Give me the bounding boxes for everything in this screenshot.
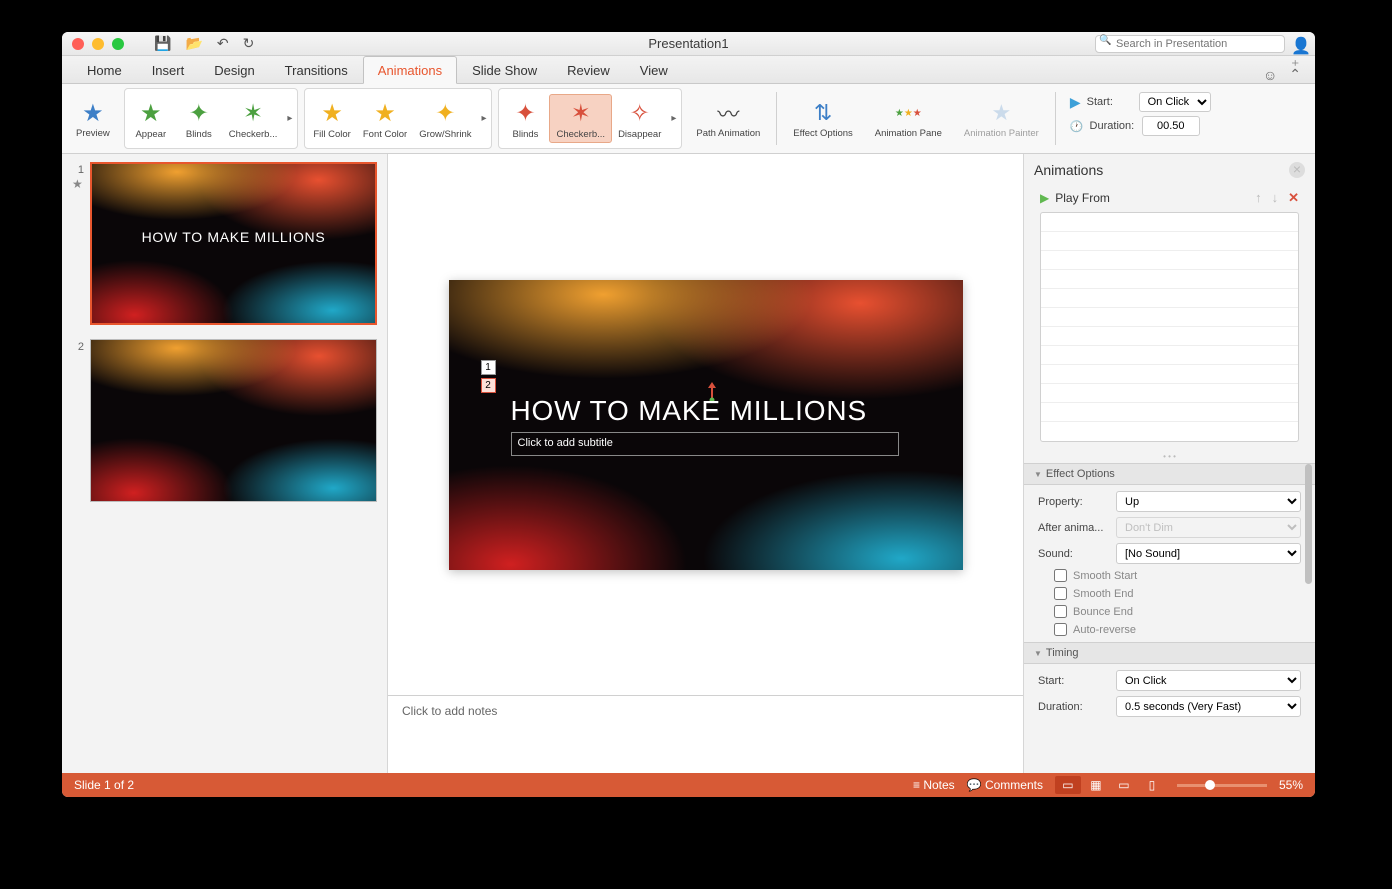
slide-counter: Slide 1 of 2 (74, 778, 134, 792)
play-from-label[interactable]: Play From (1055, 191, 1110, 205)
smooth-end-check[interactable]: Smooth End (1038, 587, 1301, 600)
slideshow-view-icon[interactable]: ▯ (1139, 776, 1165, 794)
search-input[interactable] (1095, 35, 1285, 53)
animation-indicator-icon: ★ (72, 177, 84, 191)
entrance-expand[interactable]: ▸ (283, 113, 295, 124)
timing-duration-label: Duration: (1038, 701, 1110, 713)
path-animation-button[interactable]: 〰Path Animation (688, 88, 768, 149)
entrance-gallery: ★Appear ✦Blinds ✶Checkerb... ▸ (124, 88, 299, 149)
after-anim-label: After anima... (1038, 522, 1110, 534)
duration-input[interactable] (1142, 116, 1200, 136)
emphasis-gallery: ★Fill Color ★Font Color ✦Grow/Shrink ▸ (304, 88, 492, 149)
anim-growshrink[interactable]: ✦Grow/Shrink (413, 95, 477, 142)
effect-options-button[interactable]: ⇅Effect Options (785, 88, 861, 149)
duration-label: Duration: (1090, 120, 1136, 132)
exit-gallery: ✦Blinds ✶Checkerb... ✧Disappear ▸ (498, 88, 682, 149)
zoom-level[interactable]: 55% (1279, 778, 1303, 792)
thumb-number: 2 (72, 339, 84, 354)
after-anim-select: Don't Dim (1116, 517, 1301, 538)
anim-order-badge-2[interactable]: 2 (481, 378, 496, 393)
start-select[interactable]: On Click (1139, 92, 1211, 112)
sound-label: Sound: (1038, 548, 1110, 560)
thumbnail-2[interactable]: 2 (72, 339, 377, 502)
anim-appear[interactable]: ★Appear (127, 95, 175, 142)
emphasis-expand[interactable]: ▸ (477, 113, 489, 124)
slide-canvas[interactable]: 1 2 HOW TO MAKE MILLIONS Click to add su… (388, 154, 1023, 695)
animations-pane: Animations × ▶ Play From ↑ ↓ ✕ • • • Eff… (1023, 154, 1315, 773)
tab-review[interactable]: Review (552, 56, 625, 83)
tab-transitions[interactable]: Transitions (270, 56, 363, 83)
slide-thumbnails: 1 ★ HOW TO MAKE MILLIONS 2 (62, 154, 388, 773)
slide-subtitle-placeholder[interactable]: Click to add subtitle (511, 432, 899, 456)
comments-toggle[interactable]: 💬 Comments (967, 778, 1043, 792)
tab-animations[interactable]: Animations (363, 56, 457, 84)
exit-expand[interactable]: ▸ (667, 113, 679, 124)
timing-group: ▶ Start: On Click 🕐 Duration: (1064, 88, 1217, 149)
clock-icon: 🕐 (1070, 120, 1084, 133)
tab-design[interactable]: Design (199, 56, 269, 83)
pane-scrollbar[interactable] (1305, 464, 1312, 584)
tab-home[interactable]: Home (72, 56, 137, 83)
anim-disappear[interactable]: ✧Disappear (612, 95, 667, 142)
anim-blinds-exit[interactable]: ✦Blinds (501, 95, 549, 142)
slide-title[interactable]: HOW TO MAKE MILLIONS (511, 395, 943, 427)
tab-insert[interactable]: Insert (137, 56, 200, 83)
effect-options-section[interactable]: Effect Options (1024, 463, 1315, 485)
titlebar: 💾 📂 ↶ ↻ Presentation1 👤⁺ (62, 32, 1315, 56)
move-down-icon[interactable]: ↓ (1272, 190, 1279, 206)
anim-fontcolor[interactable]: ★Font Color (357, 95, 413, 142)
anim-checkerboard-entrance[interactable]: ✶Checkerb... (223, 95, 284, 142)
thumb-number: 1 (72, 162, 84, 177)
animation-painter-button[interactable]: ★Animation Painter (956, 88, 1047, 149)
delete-anim-icon[interactable]: ✕ (1288, 190, 1299, 206)
timing-start-label: Start: (1038, 675, 1110, 687)
sorter-view-icon[interactable]: ▦ (1083, 776, 1109, 794)
property-select[interactable]: Up (1116, 491, 1301, 512)
thumb-title: HOW TO MAKE MILLIONS (92, 229, 375, 245)
normal-view-icon[interactable]: ▭ (1055, 776, 1081, 794)
bounce-end-check[interactable]: Bounce End (1038, 605, 1301, 618)
close-pane-icon[interactable]: × (1289, 162, 1305, 178)
thumbnail-1[interactable]: 1 ★ HOW TO MAKE MILLIONS (72, 162, 377, 325)
timing-start-select[interactable]: On Click (1116, 670, 1301, 691)
property-label: Property: (1038, 496, 1110, 508)
auto-reverse-check[interactable]: Auto-reverse (1038, 623, 1301, 636)
emoji-icon[interactable]: ☺ (1263, 67, 1277, 83)
start-label: Start: (1087, 96, 1133, 108)
preview-button[interactable]: ★ Preview (68, 88, 118, 149)
tab-slideshow[interactable]: Slide Show (457, 56, 552, 83)
smooth-start-check[interactable]: Smooth Start (1038, 569, 1301, 582)
reading-view-icon[interactable]: ▭ (1111, 776, 1137, 794)
anim-fillcolor[interactable]: ★Fill Color (307, 95, 356, 142)
app-window: 💾 📂 ↶ ↻ Presentation1 👤⁺ Home Insert Des… (62, 32, 1315, 797)
ribbon: ★ Preview ★Appear ✦Blinds ✶Checkerb... ▸… (62, 84, 1315, 154)
sound-select[interactable]: [No Sound] (1116, 543, 1301, 564)
timing-duration-select[interactable]: 0.5 seconds (Very Fast) (1116, 696, 1301, 717)
slide[interactable]: 1 2 HOW TO MAKE MILLIONS Click to add su… (449, 280, 963, 570)
anim-blinds-entrance[interactable]: ✦Blinds (175, 95, 223, 142)
anim-checkerboard-exit[interactable]: ✶Checkerb... (549, 94, 612, 143)
notes-pane[interactable]: Click to add notes (388, 695, 1023, 773)
timing-section[interactable]: Timing (1024, 642, 1315, 664)
play-from-icon[interactable]: ▶ (1040, 191, 1049, 205)
tab-view[interactable]: View (625, 56, 683, 83)
play-icon: ▶ (1070, 94, 1081, 111)
zoom-slider[interactable] (1177, 784, 1267, 787)
animation-pane-button[interactable]: ★★★Animation Pane (867, 88, 950, 149)
status-bar: Slide 1 of 2 ≡ Notes 💬 Comments ▭ ▦ ▭ ▯ … (62, 773, 1315, 797)
anim-order-badge-1[interactable]: 1 (481, 360, 496, 375)
ribbon-tabs: Home Insert Design Transitions Animation… (62, 56, 1315, 84)
pane-title: Animations (1034, 162, 1103, 178)
notes-toggle[interactable]: ≡ Notes (913, 778, 955, 792)
animation-list[interactable] (1040, 212, 1299, 442)
move-up-icon[interactable]: ↑ (1255, 190, 1262, 206)
